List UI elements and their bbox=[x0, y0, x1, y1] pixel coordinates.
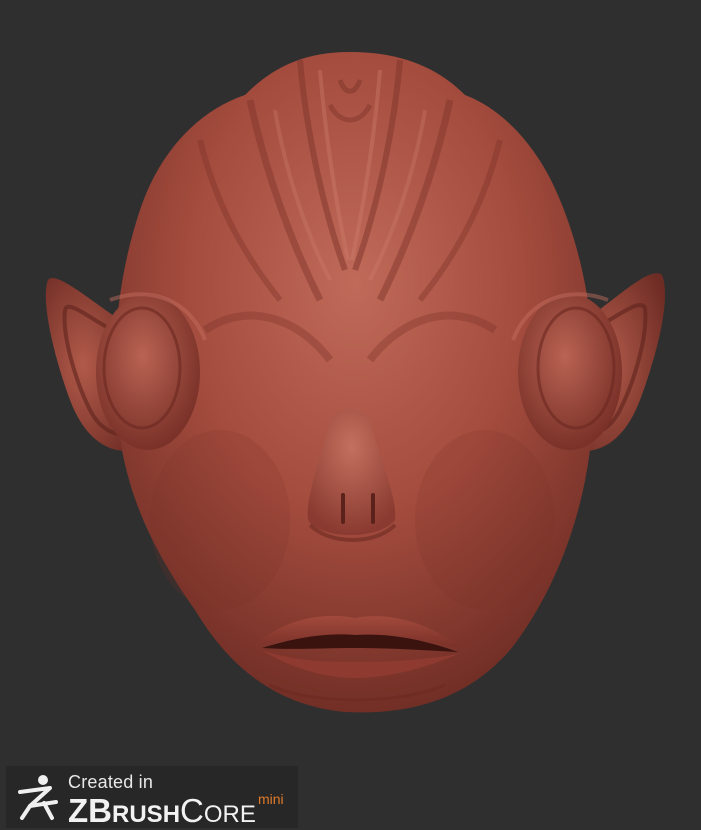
edition-label: mini bbox=[258, 791, 284, 807]
zbrush-figure-logo-icon bbox=[18, 775, 58, 820]
zbrushcore-mini-badge: Created in ZBRUSHCORE mini bbox=[6, 766, 298, 829]
viewport: Created in ZBRUSHCORE mini bbox=[0, 0, 701, 830]
creature-head-sculpt bbox=[45, 52, 665, 713]
zbrushcore-wordmark: ZBRUSHCORE bbox=[68, 792, 256, 829]
created-in-label: Created in bbox=[68, 772, 154, 792]
